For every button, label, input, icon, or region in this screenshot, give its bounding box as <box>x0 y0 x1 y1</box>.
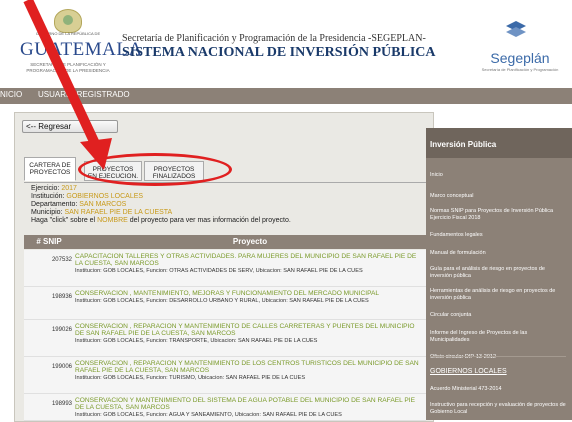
row-snip: 207532 <box>51 257 72 263</box>
table-header: # SNIP Proyecto <box>24 235 426 249</box>
row-institucion: Institucion: GOB LOCALES, Funcion: AGUA … <box>75 412 342 418</box>
row-institucion: Institucion: GOB LOCALES, Funcion: TRANS… <box>75 338 318 344</box>
gov-small-bottom: SECRETARÍA DE PLANIFICACIÓN Y PROGRAMACI… <box>26 62 110 73</box>
coat-of-arms-icon <box>54 9 82 33</box>
sidebar-item-informe-ingreso[interactable]: Informe del Ingreso de Proyectos de las … <box>430 330 566 344</box>
table-row: 198993 CONSERVACION Y MANTENIMIENTO DEL … <box>24 394 426 421</box>
table-row: 199006 CONSERVACION , REPARACION Y MANTE… <box>24 357 426 394</box>
sidebar-item-herramientas-riesgo[interactable]: Herramientas de análisis de riesgo en pr… <box>430 288 566 302</box>
sidebar-item-guia-riesgo[interactable]: Guía para el análisis de riesgo en proye… <box>430 266 566 280</box>
departamento-value: SAN MARCOS <box>79 201 127 208</box>
row-institucion: Institucion: GOB LOCALES, Funcion: TURIS… <box>75 375 306 381</box>
departamento-label: Departamento: <box>31 201 78 208</box>
sidebar-title: Inversión Pública <box>430 140 497 149</box>
municipio-label: Municipio: <box>31 209 63 216</box>
gov-name: GUATEMALA <box>20 39 143 60</box>
segeplan-mark-icon <box>506 21 526 37</box>
project-link[interactable]: CONSERVACION , REPARACION Y MANTENIMIENT… <box>75 360 419 374</box>
table-row: 198936 CONSERVACION , MANTENIMIENTO, MEJ… <box>24 287 426 320</box>
logo-tagline: Secretaría de Planificación y Programaci… <box>481 67 559 72</box>
ejercicio-label: Ejercicio: <box>31 185 60 192</box>
col-snip-header: # SNIP <box>36 237 62 246</box>
row-snip: 199026 <box>51 327 72 333</box>
guatemala-emblem: GOBIERNO DE LA REPÚBLICA DE GUATEMALA SE… <box>20 9 143 79</box>
sidebar-item-manual-formulacion[interactable]: Manual de formulación <box>430 250 566 257</box>
municipio-value: SAN RAFAEL PIE DE LA CUESTA <box>64 209 173 216</box>
row-snip: 198936 <box>51 294 72 300</box>
project-info: Ejercicio: 2017 Institución: GOBIERNOS L… <box>31 185 291 225</box>
gov-small-top: GOBIERNO DE LA REPÚBLICA DE <box>35 31 101 36</box>
hint-word: NOMBRE <box>97 217 128 224</box>
table-row: 207532 CAPACITACION TALLERES Y OTRAS ACT… <box>24 250 426 287</box>
project-link[interactable]: CONSERVACION , REPARACION Y MANTENIMIENT… <box>75 323 415 337</box>
right-sidebar: Inversión Pública Inicio Marco conceptua… <box>426 128 572 420</box>
top-navbar: NICIO USUARIO REGISTRADO <box>0 88 572 104</box>
project-link[interactable]: CAPACITACION TALLERES Y OTRAS ACTIVIDADE… <box>75 253 416 267</box>
back-button[interactable]: <-- Regresar <box>22 120 118 133</box>
tab-cartera[interactable]: CARTERA DE PROYECTOS <box>24 157 76 181</box>
project-link[interactable]: CONSERVACION Y MANTENIMIENTO DEL SISTEMA… <box>75 397 415 411</box>
ejercicio-value: 2017 <box>61 185 77 192</box>
col-proyecto-header: Proyecto <box>232 237 268 246</box>
sidebar-item-normas-snip[interactable]: Normas SNIP para Proyectos de Inversión … <box>430 208 566 222</box>
logo-name: Segeplán <box>490 50 550 66</box>
highlight-ellipse <box>78 153 232 186</box>
institucion-label: Institución: <box>31 193 65 200</box>
header-title-line2: SISTEMA NACIONAL DE INVERSIÓN PÚBLICA <box>122 45 436 60</box>
row-snip: 198993 <box>51 401 72 407</box>
table-row: 199026 CONSERVACION , REPARACION Y MANTE… <box>24 320 426 357</box>
sidebar-item-instructivo[interactable]: Instructivo para recepción y evaluación … <box>430 402 566 416</box>
header-title-line1: Secretaría de Planificación y Programaci… <box>122 33 426 44</box>
nav-usuario-registrado[interactable]: USUARIO REGISTRADO <box>38 90 130 99</box>
tab-label: PROYECTOS <box>29 169 71 176</box>
tab-label: CARTERA DE <box>29 162 71 169</box>
row-institucion: Institucion: GOB LOCALES, Funcion: DESAR… <box>75 298 369 304</box>
site-header: GOBIERNO DE LA REPÚBLICA DE GUATEMALA SE… <box>0 0 572 88</box>
sidebar-item-acuerdo[interactable]: Acuerdo Ministerial 473-2014 <box>430 386 566 392</box>
sidebar-item-circular-conjunta[interactable]: Circular conjunta <box>430 312 566 319</box>
sidebar-item-marco-conceptual[interactable]: Marco conceptual <box>430 193 566 200</box>
nav-inicio[interactable]: NICIO <box>0 90 22 99</box>
hint-pre: Haga "click" sobre el <box>31 217 96 224</box>
sidebar-divider <box>430 356 566 357</box>
project-link[interactable]: CONSERVACION , MANTENIMIENTO, MEJORAS Y … <box>75 290 379 297</box>
row-snip: 199006 <box>51 364 72 370</box>
sidebar-section-gobiernos-locales[interactable]: GOBIERNOS LOCALES <box>430 368 507 375</box>
institucion-value: GOBIERNOS LOCALES <box>66 193 144 200</box>
segeplan-logo[interactable]: Segeplán Secretaría de Planificación y P… <box>472 18 568 82</box>
row-institucion: Institucion: GOB LOCALES, Funcion: OTRAS… <box>75 268 363 274</box>
hint-post: del proyecto para ver mas información de… <box>129 217 291 224</box>
sidebar-item-fundamentos-legales[interactable]: Fundamentos legales <box>430 232 566 239</box>
sidebar-item-inicio[interactable]: Inicio <box>430 172 566 179</box>
